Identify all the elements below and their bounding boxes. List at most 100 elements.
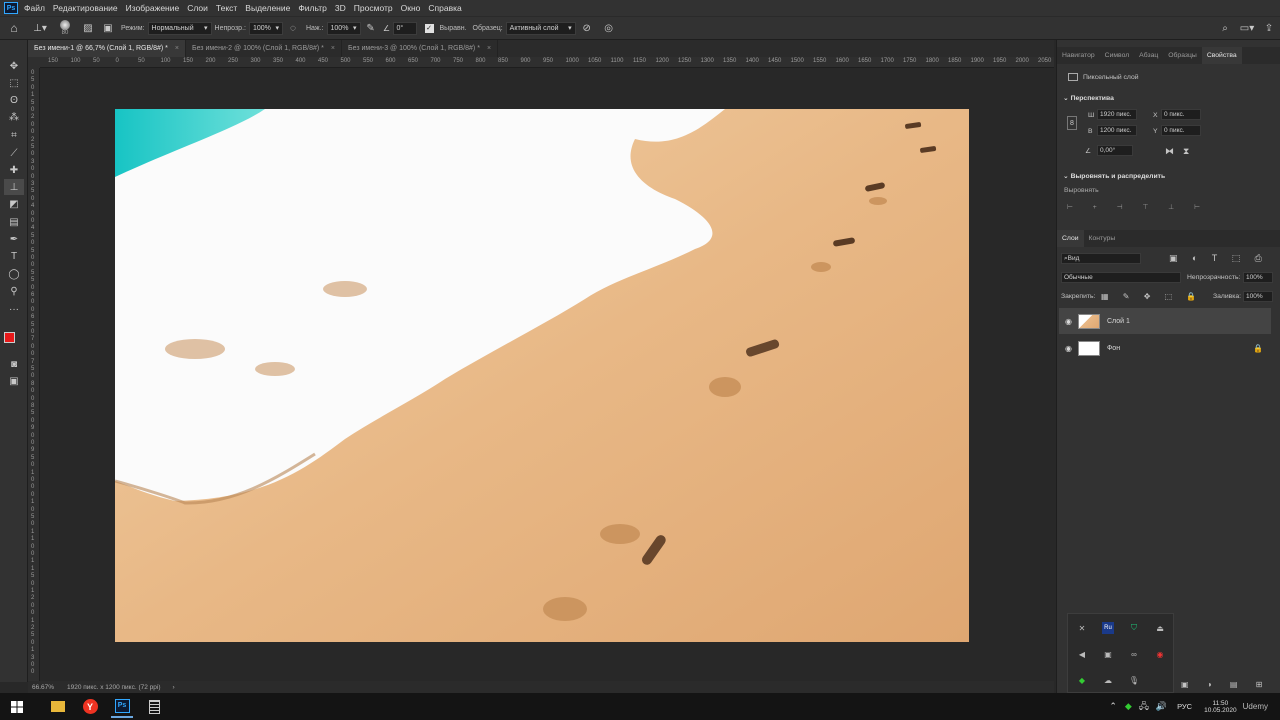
angle-field[interactable]: 0,00° bbox=[1097, 145, 1133, 156]
menu-view[interactable]: Просмотр bbox=[354, 3, 393, 13]
layer-filter-select[interactable]: ⌕ Вид bbox=[1061, 253, 1141, 264]
mic-tray-icon[interactable]: 🎙 bbox=[1128, 674, 1140, 686]
align-section-title[interactable]: ⌄ Выровнять и распределить bbox=[1063, 172, 1165, 180]
search-icon[interactable]: ⌕ bbox=[1214, 23, 1236, 34]
foreground-color-swatch[interactable] bbox=[4, 332, 15, 343]
healing-brush-tool-icon[interactable]: ✚ bbox=[4, 162, 24, 178]
menu-image[interactable]: Изображение bbox=[126, 3, 180, 13]
layer-row-layer-1[interactable]: ◉ Слой 1 bbox=[1059, 308, 1271, 334]
clock[interactable]: 11:50 10.05.2020 bbox=[1204, 700, 1237, 714]
type-tool-icon[interactable]: T bbox=[4, 248, 24, 264]
menu-help[interactable]: Справка bbox=[428, 3, 461, 13]
y-field[interactable]: 0 пикс. bbox=[1161, 125, 1201, 136]
eyedropper-tool-icon[interactable]: ⟋ bbox=[4, 145, 24, 161]
hidden-tray-icon[interactable]: ✕ bbox=[1076, 622, 1088, 634]
volume-icon[interactable]: 🔊 bbox=[1156, 701, 1167, 712]
ru-tray-icon[interactable]: Ru bbox=[1102, 622, 1114, 634]
link-icon[interactable]: 8 bbox=[1067, 116, 1077, 130]
tab-layers[interactable]: Слои bbox=[1057, 230, 1084, 247]
app-tray-icon[interactable]: ▣ bbox=[1102, 648, 1114, 660]
layer-filter-icons[interactable]: ▣ ◐ T ⬚ ⎙ bbox=[1169, 253, 1268, 264]
clone-stamp-tool-icon[interactable]: ⊥ bbox=[4, 179, 24, 195]
security-tray-icon[interactable]: ⛉ bbox=[1128, 622, 1140, 634]
blend-mode-select[interactable]: Обычные bbox=[1061, 272, 1181, 283]
nvidia-tray-icon[interactable]: ◆ bbox=[1076, 674, 1088, 686]
yandex-browser-icon[interactable]: Y bbox=[79, 696, 101, 718]
lasso-tool-icon[interactable]: ʘ bbox=[4, 92, 24, 108]
tab-paragraph[interactable]: Абзац bbox=[1134, 47, 1163, 64]
align-buttons-icon[interactable]: ⊢ + ⊣ ⊤ ⊥ ⊢ bbox=[1067, 203, 1209, 211]
flip-vertical-icon[interactable]: ⧗ bbox=[1183, 146, 1189, 157]
home-icon[interactable]: ⌂ bbox=[0, 21, 28, 35]
perspective-section-title[interactable]: ⌄ Перспектива bbox=[1063, 94, 1114, 102]
tab-properties[interactable]: Свойства bbox=[1201, 47, 1242, 64]
beach-footprints-image[interactable] bbox=[115, 109, 969, 642]
screen-mode-icon[interactable]: ▣ bbox=[4, 373, 24, 389]
workspace-icon[interactable]: ▭▾ bbox=[1236, 23, 1258, 34]
layer-row-background[interactable]: ◉ Фон 🔒 bbox=[1059, 335, 1271, 361]
status-menu-arrow[interactable]: › bbox=[173, 684, 175, 691]
more-tools-icon[interactable]: ··· bbox=[4, 301, 24, 317]
move-tool-icon[interactable]: ✥ bbox=[4, 58, 24, 74]
close-icon[interactable]: × bbox=[331, 45, 335, 52]
close-icon[interactable]: × bbox=[487, 45, 491, 52]
photoshop-taskbar-icon[interactable]: Ps bbox=[111, 696, 133, 718]
eye-icon[interactable]: ◉ bbox=[1065, 344, 1072, 353]
menu-type[interactable]: Текст bbox=[216, 3, 237, 13]
layer-opacity-field[interactable]: 100% bbox=[1243, 272, 1273, 283]
shape-tool-icon[interactable]: ◯ bbox=[4, 266, 24, 282]
record-tray-icon[interactable]: ◉ bbox=[1154, 648, 1166, 660]
menu-layers[interactable]: Слои bbox=[187, 3, 208, 13]
close-icon[interactable]: × bbox=[175, 45, 179, 52]
pressure-input[interactable]: 100% ▾ bbox=[326, 21, 361, 35]
tab-character[interactable]: Символ bbox=[1100, 47, 1135, 64]
brush-preset-picker[interactable]: 80 bbox=[52, 20, 78, 36]
clone-source-icon[interactable]: ▣ bbox=[98, 23, 118, 34]
brush-settings-icon[interactable]: ▨ bbox=[78, 23, 98, 34]
nvidia-icon[interactable]: ◆ bbox=[1125, 701, 1132, 712]
layer-name[interactable]: Слой 1 bbox=[1107, 318, 1130, 325]
network-icon[interactable]: 🖧 bbox=[1139, 699, 1149, 715]
clone-stamp-preset-icon[interactable]: ⊥▾ bbox=[28, 23, 52, 34]
share-icon[interactable]: ⇪ bbox=[1258, 23, 1280, 34]
layer-name[interactable]: Фон bbox=[1107, 345, 1120, 352]
audio-tray-icon[interactable]: ◀ bbox=[1076, 648, 1088, 660]
file-explorer-icon[interactable] bbox=[47, 696, 69, 718]
gradient-tool-icon[interactable]: ▤ bbox=[4, 214, 24, 230]
pressure-size-icon[interactable]: ◎ bbox=[598, 23, 620, 34]
flip-horizontal-icon[interactable]: ⧓ bbox=[1165, 146, 1174, 157]
menu-edit[interactable]: Редактирование bbox=[53, 3, 118, 13]
x-field[interactable]: 0 пикс. bbox=[1161, 109, 1201, 120]
tab-document-1[interactable]: Без имени-1 @ 66,7% (Слой 1, RGB/8#) * × bbox=[28, 40, 186, 57]
opacity-input[interactable]: 100% ▾ bbox=[248, 21, 283, 35]
ignore-adjustment-icon[interactable]: ⊘ bbox=[576, 23, 598, 34]
tab-document-3[interactable]: Без имени-3 @ 100% (Слой 1, RGB/8#) * × bbox=[342, 40, 499, 57]
sample-select[interactable]: Активный слой ▾ bbox=[505, 21, 576, 35]
fill-field[interactable]: 100% bbox=[1243, 291, 1273, 302]
chevron-up-icon[interactable]: ⌃ bbox=[1109, 701, 1117, 712]
usb-tray-icon[interactable]: ⏏ bbox=[1154, 622, 1166, 634]
zoom-tool-icon[interactable]: ⚲ bbox=[4, 283, 24, 299]
tab-swatches[interactable]: Образцы bbox=[1163, 47, 1202, 64]
zoom-level[interactable]: 66.67% bbox=[32, 684, 62, 691]
tab-navigator[interactable]: Навигатор bbox=[1057, 47, 1100, 64]
quick-select-tool-icon[interactable]: ⁂ bbox=[4, 109, 24, 125]
language-indicator[interactable]: РУС bbox=[1177, 702, 1192, 711]
height-field[interactable]: 1200 пикс. bbox=[1097, 125, 1137, 136]
windows-start-icon[interactable] bbox=[6, 696, 28, 718]
pressure-opacity-icon[interactable]: ◌ bbox=[283, 23, 303, 34]
menu-filter[interactable]: Фильтр bbox=[298, 3, 327, 13]
menu-window[interactable]: Окно bbox=[401, 3, 421, 13]
sync-tray-icon[interactable]: ∞ bbox=[1128, 648, 1140, 660]
layer-actions-icons[interactable]: ▣ ◑ ▤ ⊞ 🗑 bbox=[1181, 680, 1280, 689]
marquee-tool-icon[interactable]: ⬚ bbox=[4, 75, 24, 91]
align-checkbox[interactable]: ✓ bbox=[424, 23, 434, 33]
pen-tool-icon[interactable]: ✒ bbox=[4, 231, 24, 247]
eye-icon[interactable]: ◉ bbox=[1065, 317, 1072, 326]
menu-select[interactable]: Выделение bbox=[245, 3, 290, 13]
lock-icons[interactable]: ▦ ✎ ✥ ⬚ 🔒 bbox=[1101, 292, 1202, 301]
canvas-area[interactable] bbox=[40, 68, 1054, 681]
cloud-tray-icon[interactable]: ☁ bbox=[1102, 674, 1114, 686]
angle-input[interactable]: 0° bbox=[392, 21, 417, 35]
menu-file[interactable]: Файл bbox=[24, 3, 45, 13]
